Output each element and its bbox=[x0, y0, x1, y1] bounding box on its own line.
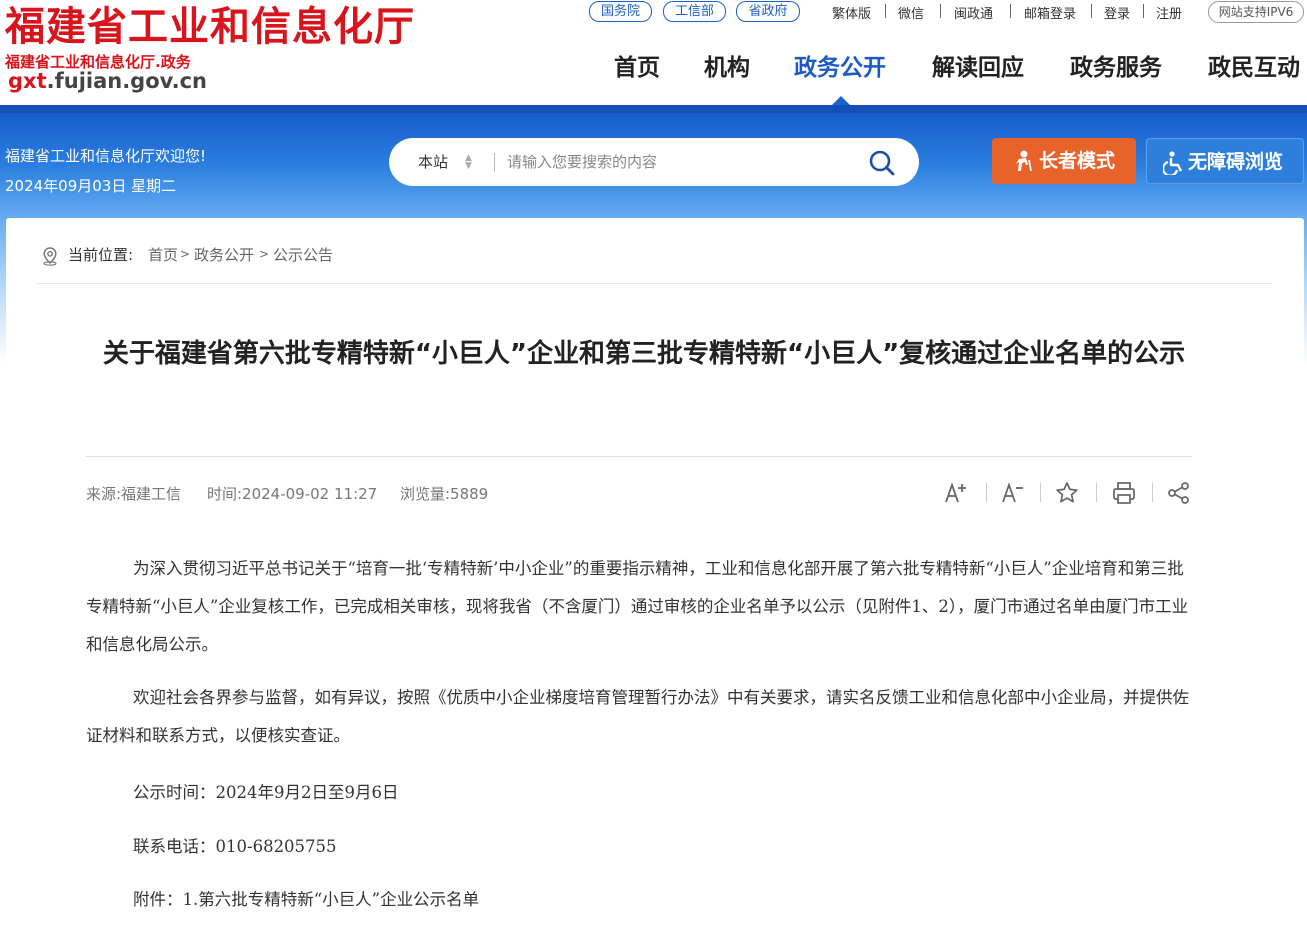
elder-person-icon bbox=[1016, 150, 1032, 172]
accessible-browse-label: 无障碍浏览 bbox=[1188, 151, 1284, 173]
breadcrumb-home[interactable]: 首页 bbox=[148, 244, 178, 265]
link-mail-login[interactable]: 邮箱登录 bbox=[1024, 3, 1076, 22]
nav-interaction[interactable]: 政民互动 bbox=[1208, 51, 1300, 85]
top-divider bbox=[1091, 4, 1092, 18]
print-icon[interactable] bbox=[1111, 480, 1137, 506]
elder-mode-button[interactable]: 长者模式 bbox=[992, 138, 1136, 184]
article-time: 时间:2024-09-02 11:27 bbox=[207, 485, 378, 503]
breadcrumb-separator: > bbox=[180, 247, 191, 261]
breadcrumb-label: 当前位置: bbox=[68, 246, 134, 264]
site-logo-title[interactable]: 福建省工业和信息化厅 bbox=[5, 2, 415, 52]
search-divider bbox=[494, 153, 495, 172]
breadcrumb-divider bbox=[36, 283, 1272, 284]
link-wechat[interactable]: 微信 bbox=[898, 3, 924, 22]
top-divider bbox=[1143, 4, 1144, 18]
contact-phone: 联系电话：010-68205755 bbox=[133, 837, 337, 856]
nav-organization[interactable]: 机构 bbox=[704, 51, 750, 85]
content-panel: 当前位置: 首页 > 政务公开 > 公示公告 关于福建省第六批专精特新“小巨人”… bbox=[6, 218, 1304, 933]
site-domain: gxt.fujian.gov.cn bbox=[8, 69, 207, 93]
nav-government-affairs[interactable]: 政务公开 bbox=[794, 51, 886, 85]
breadcrumb-government-affairs[interactable]: 政务公开 bbox=[194, 244, 254, 265]
article-source: 来源:福建工信 bbox=[86, 485, 182, 503]
search-bar: 本站 ▲ ▼ bbox=[389, 138, 919, 186]
search-scope-select[interactable]: 本站 bbox=[418, 151, 448, 172]
notice-period: 公示时间：2024年9月2日至9月6日 bbox=[133, 783, 399, 802]
current-date: 2024年09月03日 星期二 bbox=[5, 177, 177, 195]
tool-divider bbox=[1040, 483, 1041, 502]
attachment-link[interactable]: 附件：1.第六批专精特新“小巨人”企业公示名单 bbox=[133, 886, 479, 910]
search-input[interactable] bbox=[507, 148, 847, 176]
tool-divider bbox=[986, 483, 987, 502]
link-login[interactable]: 登录 bbox=[1104, 3, 1130, 22]
title-divider bbox=[86, 456, 1192, 457]
tool-divider bbox=[1152, 483, 1153, 502]
link-minzhengtong[interactable]: 闽政通 bbox=[954, 3, 993, 22]
article-title: 关于福建省第六批专精特新“小巨人”企业和第三批专精特新“小巨人”复核通过企业名单… bbox=[102, 339, 1186, 369]
domain-prefix: gxt bbox=[8, 69, 47, 93]
breadcrumb-separator: > bbox=[259, 247, 270, 261]
link-register[interactable]: 注册 bbox=[1156, 3, 1182, 22]
article-views: 浏览量:5889 bbox=[400, 485, 489, 503]
font-decrease-icon[interactable] bbox=[999, 480, 1025, 506]
accessible-browse-button[interactable]: 无障碍浏览 bbox=[1146, 138, 1304, 184]
updown-arrows-icon[interactable]: ▲ ▼ bbox=[465, 154, 472, 171]
article-paragraph: 为深入贯彻习近平总书记关于“培育一批‘专精特新’中小企业”的重要指示精神，工业和… bbox=[86, 559, 1189, 654]
share-icon[interactable] bbox=[1166, 480, 1192, 506]
search-icon[interactable] bbox=[867, 148, 897, 178]
top-divider bbox=[885, 4, 886, 18]
domain-rest: .fujian.gov.cn bbox=[46, 69, 207, 93]
nav-home[interactable]: 首页 bbox=[614, 51, 660, 85]
wheelchair-icon bbox=[1163, 151, 1183, 175]
banner-top-band bbox=[0, 105, 1307, 113]
nav-services[interactable]: 政务服务 bbox=[1070, 51, 1162, 85]
link-miit[interactable]: 工信部 bbox=[663, 1, 726, 22]
location-pin-icon bbox=[43, 247, 57, 266]
link-state-council[interactable]: 国务院 bbox=[589, 1, 652, 22]
top-divider bbox=[1010, 4, 1011, 18]
active-nav-indicator bbox=[832, 96, 850, 105]
favorite-star-icon[interactable] bbox=[1054, 480, 1080, 506]
article-paragraph: 欢迎社会各界参与监督，如有异议，按照《优质中小企业梯度培育管理暂行办法》中有关要… bbox=[86, 688, 1189, 745]
font-increase-icon[interactable] bbox=[942, 480, 968, 506]
link-traditional[interactable]: 繁体版 bbox=[832, 3, 871, 22]
site-header: 福建省工业和信息化厅 福建省工业和信息化厅.政务 gxt.fujian.gov.… bbox=[0, 0, 1307, 105]
tool-divider bbox=[1096, 483, 1097, 502]
nav-interpretation[interactable]: 解读回应 bbox=[932, 51, 1024, 85]
ipv6-badge: 网站支持IPV6 bbox=[1208, 1, 1304, 23]
elder-mode-label: 长者模式 bbox=[1039, 150, 1116, 172]
breadcrumb-announcements[interactable]: 公示公告 bbox=[273, 244, 333, 265]
welcome-text: 福建省工业和信息化厅欢迎您! bbox=[5, 147, 207, 165]
top-divider bbox=[940, 4, 941, 18]
link-provincial-gov[interactable]: 省政府 bbox=[736, 1, 800, 22]
